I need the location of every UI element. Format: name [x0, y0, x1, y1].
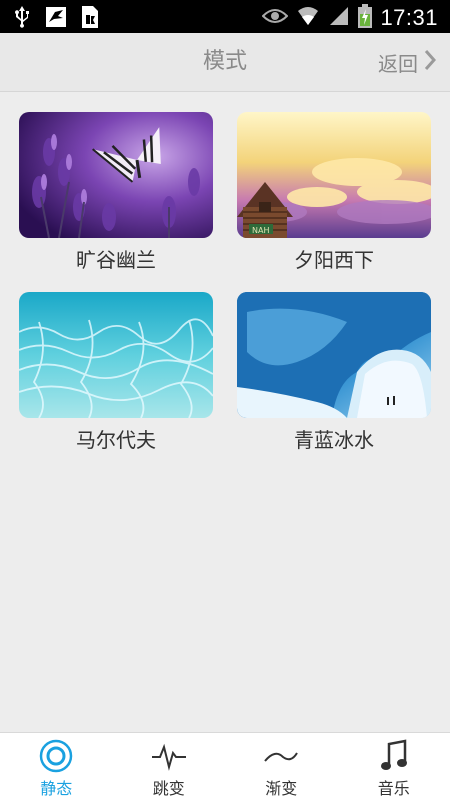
mode-card-4[interactable]: 青蓝冰水: [237, 292, 431, 453]
usb-icon: [10, 5, 34, 29]
mode-label: 旷谷幽兰: [19, 244, 213, 273]
jump-pulse-icon: [151, 739, 187, 773]
static-circle-icon: [38, 739, 74, 773]
chevron-right-icon: [424, 49, 436, 76]
tab-label: 静态: [40, 775, 72, 799]
tab-label: 渐变: [265, 775, 297, 799]
eye-icon: [262, 7, 288, 29]
gradient-wave-icon: [263, 739, 299, 773]
wifi-icon: [296, 5, 320, 31]
ice-cave-image: [237, 292, 431, 418]
tab-music[interactable]: 音乐: [338, 733, 450, 801]
status-bar: 17:31: [0, 0, 450, 33]
svg-text:NAH: NAH: [252, 226, 269, 235]
back-button[interactable]: 返回: [378, 33, 436, 91]
sunset-cabin-image: NAH: [237, 112, 431, 238]
butterfly-lavender-image: [19, 112, 213, 238]
mode-card-1[interactable]: 旷谷幽兰: [19, 112, 213, 273]
music-note-icon: [376, 739, 412, 773]
clock-time: 17:31: [380, 5, 438, 31]
back-label: 返回: [378, 48, 418, 77]
header-bar: 模式 返回: [0, 33, 450, 92]
bottom-tab-bar: 静态 跳变 渐变 音乐: [0, 732, 450, 801]
mode-card-3[interactable]: 马尔代夫: [19, 292, 213, 453]
tab-jump[interactable]: 跳变: [113, 733, 226, 801]
document-app-icon: [78, 5, 102, 29]
tab-gradient[interactable]: 渐变: [225, 733, 338, 801]
maldives-water-image: [19, 292, 213, 418]
mode-label: 夕阳西下: [237, 244, 431, 273]
tab-label: 音乐: [378, 775, 410, 799]
mode-label: 青蓝冰水: [237, 424, 431, 453]
tab-static[interactable]: 静态: [0, 733, 113, 801]
bird-app-icon: [44, 5, 68, 29]
battery-charging-icon: [358, 4, 372, 32]
tab-label: 跳变: [153, 775, 185, 799]
mode-label: 马尔代夫: [19, 424, 213, 453]
mode-card-2[interactable]: NAH 夕阳西下: [237, 112, 431, 273]
signal-icon: [328, 5, 350, 31]
